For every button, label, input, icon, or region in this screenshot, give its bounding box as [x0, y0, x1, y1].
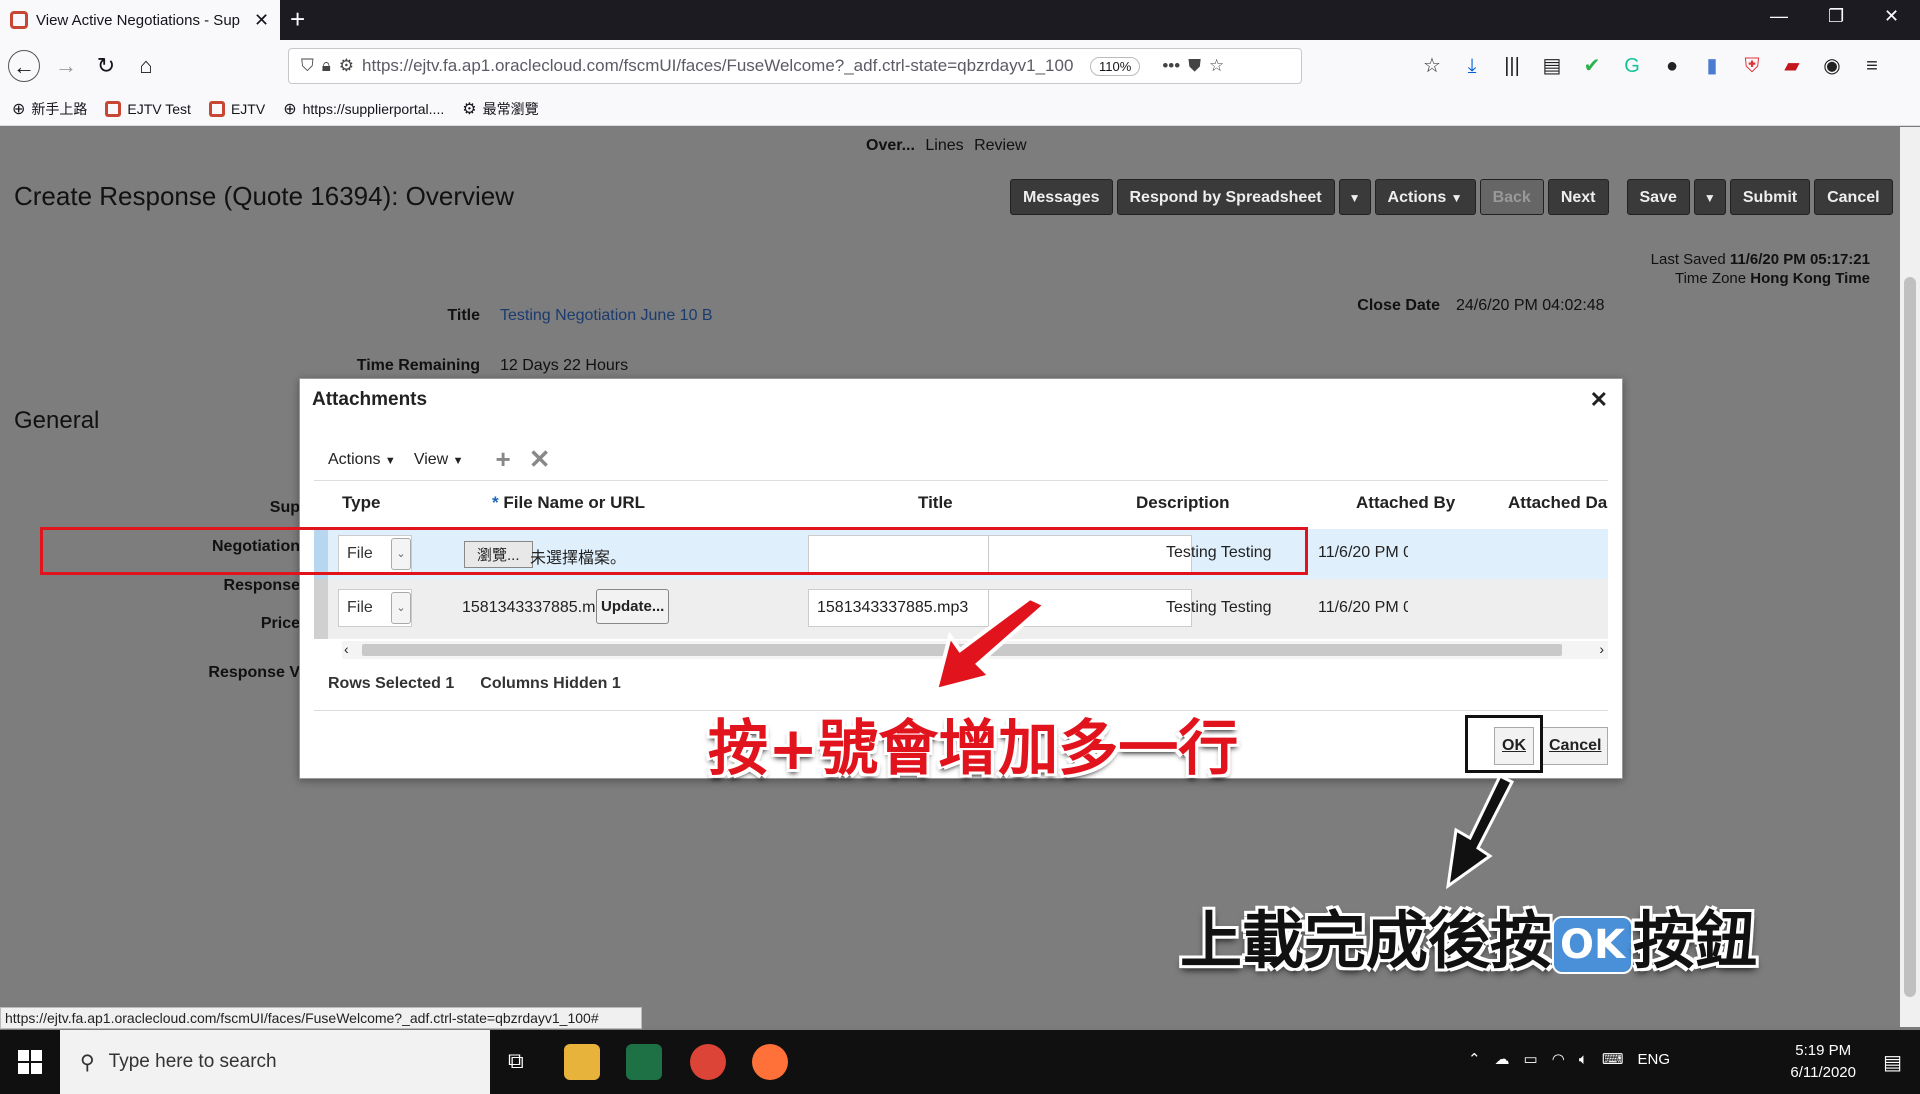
clock-time: 5:19 PM — [1795, 1042, 1852, 1059]
taskbar-search[interactable]: ⚲ Type here to search — [60, 1030, 490, 1094]
chevron-up-icon[interactable]: ⌃ — [1468, 1050, 1481, 1068]
excel-icon[interactable] — [626, 1044, 662, 1080]
task-view-icon[interactable]: ⧉ — [508, 1048, 524, 1074]
keyboard-icon[interactable]: ⌨ — [1602, 1050, 1624, 1068]
chrome-icon[interactable] — [690, 1044, 726, 1080]
cloud-icon[interactable]: ☁ — [1495, 1050, 1510, 1068]
annotation-suffix: 按鈕 — [1633, 904, 1758, 977]
volume-icon[interactable]: 🔈︎ — [1579, 1051, 1588, 1068]
file-explorer-icon[interactable] — [564, 1044, 600, 1080]
annotation-prefix: 上載完成後按 — [1180, 904, 1553, 977]
windows-start-icon[interactable] — [18, 1050, 42, 1074]
search-icon: ⚲ — [80, 1051, 95, 1074]
black-arrow-icon — [1446, 773, 1515, 890]
notifications-icon[interactable]: ▤ — [1883, 1050, 1902, 1075]
search-placeholder: Type here to search — [108, 1051, 277, 1072]
battery-icon[interactable]: ▭ — [1524, 1050, 1538, 1068]
firefox-icon[interactable] — [752, 1044, 788, 1080]
wifi-icon[interactable]: ◠ — [1552, 1050, 1565, 1068]
clock-date: 6/11/2020 — [1790, 1064, 1856, 1081]
annotation-click-ok: 上載完成後按 OK 按鈕 — [1180, 890, 1757, 980]
system-tray: ⌃ ☁ ▭ ◠ 🔈︎ ⌨ ENG — [1468, 1050, 1670, 1069]
language-indicator[interactable]: ENG — [1637, 1051, 1670, 1068]
annotation-add-row: 按+號會增加多一行 — [708, 714, 1239, 784]
red-arrow-icon — [933, 595, 1049, 693]
taskbar: ⚲ Type here to search ⧉ ⌃ ☁ ▭ ◠ 🔈︎ ⌨ ENG… — [0, 1030, 1920, 1094]
ok-chip-icon: OK — [1552, 915, 1634, 974]
status-url: https://ejtv.fa.ap1.oraclecloud.com/fscm… — [0, 1007, 642, 1029]
clock[interactable]: 5:19 PM 6/11/2020 — [1790, 1040, 1856, 1084]
